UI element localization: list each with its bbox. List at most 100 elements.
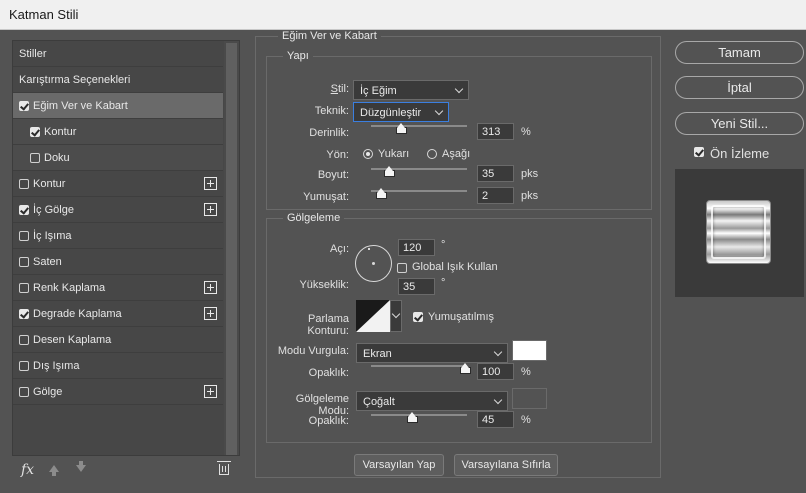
soften-slider-thumb[interactable]: [376, 188, 387, 199]
cancel-button[interactable]: İptal: [675, 76, 804, 99]
size-label: Boyut:: [317, 169, 349, 181]
style-item-checkbox[interactable]: [19, 179, 29, 189]
structure-group: Yapı Stil: İç Eğim Teknik: Düzgünleştir …: [266, 50, 652, 210]
shadow-opacity-track[interactable]: [371, 414, 467, 416]
shading-group: Gölgeleme Açı: 120 ° Global Işık Kullan …: [266, 212, 652, 443]
style-item[interactable]: İç Işıma: [13, 223, 223, 249]
shadow-opacity-thumb[interactable]: [407, 412, 418, 423]
size-input[interactable]: 35: [477, 165, 514, 182]
depth-input[interactable]: 313: [477, 123, 514, 140]
style-select-value: İç Eğim: [360, 85, 397, 97]
preview-checkbox[interactable]: [694, 147, 704, 157]
style-item-label: Kontur: [33, 178, 66, 190]
style-item[interactable]: Kontur: [13, 171, 223, 197]
soften-label: Yumuşat:: [303, 191, 349, 203]
style-item-label: Desen Kaplama: [33, 334, 112, 346]
style-item-checkbox[interactable]: [19, 283, 29, 293]
altitude-label: Yükseklik:: [299, 279, 349, 291]
shadow-mode-select[interactable]: Çoğalt: [356, 391, 508, 411]
direction-up-radio[interactable]: [363, 149, 373, 159]
style-item[interactable]: Eğim Ver ve Kabart: [13, 93, 223, 119]
trash-icon[interactable]: [217, 461, 231, 475]
style-item[interactable]: Doku: [13, 145, 223, 171]
angle-degree: °: [441, 239, 446, 251]
ok-button[interactable]: Tamam: [675, 41, 804, 64]
depth-slider-track[interactable]: [371, 125, 467, 127]
style-item[interactable]: Saten: [13, 249, 223, 275]
highlight-opacity-thumb[interactable]: [460, 363, 471, 374]
fx-icon[interactable]: fx: [21, 462, 34, 478]
style-item[interactable]: Kontur: [13, 119, 223, 145]
add-effect-icon[interactable]: [204, 281, 217, 294]
style-select[interactable]: İç Eğim: [353, 80, 469, 100]
style-item-checkbox[interactable]: [19, 361, 29, 371]
arrow-down-icon[interactable]: [76, 461, 86, 472]
style-item[interactable]: Gölge: [13, 379, 223, 405]
style-item-checkbox[interactable]: [19, 335, 29, 345]
style-item-label: Stiller: [19, 48, 47, 60]
depth-unit: %: [521, 126, 531, 138]
preview-label[interactable]: Ön İzleme: [710, 146, 769, 161]
direction-up-label[interactable]: Yukarı: [378, 148, 409, 160]
global-light-label[interactable]: Global Işık Kullan: [412, 261, 498, 273]
chevron-down-icon: [391, 309, 401, 319]
altitude-input[interactable]: 35: [398, 278, 435, 295]
reset-default-button[interactable]: Varsayılana Sıfırla: [454, 454, 558, 476]
angle-dial-center: [372, 262, 375, 265]
gloss-contour-dropdown[interactable]: [390, 300, 402, 332]
style-item[interactable]: Stiller: [13, 41, 223, 67]
add-effect-icon[interactable]: [204, 177, 217, 190]
size-slider-thumb[interactable]: [384, 166, 395, 177]
new-style-button[interactable]: Yeni Stil...: [675, 112, 804, 135]
direction-down-label[interactable]: Aşağı: [442, 148, 470, 160]
style-item[interactable]: Karıştırma Seçenekleri: [13, 67, 223, 93]
style-item-checkbox[interactable]: [19, 205, 29, 215]
style-item-label: Gölge: [33, 386, 63, 398]
style-item[interactable]: Desen Kaplama: [13, 327, 223, 353]
global-light-checkbox[interactable]: [397, 263, 407, 273]
style-item[interactable]: İç Gölge: [13, 197, 223, 223]
contour-curve: [356, 300, 390, 332]
angle-dial[interactable]: [355, 245, 392, 282]
arrow-up-icon[interactable]: [49, 465, 59, 476]
anti-aliased-label[interactable]: Yumuşatılmış: [428, 311, 494, 323]
soften-input[interactable]: 2: [477, 187, 514, 204]
shadow-mode-value: Çoğalt: [363, 396, 395, 408]
direction-down-radio[interactable]: [427, 149, 437, 159]
chevron-down-icon: [454, 84, 464, 94]
add-effect-icon[interactable]: [204, 307, 217, 320]
technique-select[interactable]: Düzgünleştir: [353, 102, 449, 122]
shadow-color-swatch[interactable]: [512, 388, 547, 409]
shadow-mode-label: Gölgeleme Modu:: [295, 393, 349, 417]
style-item-label: İç Işıma: [33, 230, 72, 242]
style-item-checkbox[interactable]: [30, 153, 40, 163]
style-item-label: Karıştırma Seçenekleri: [19, 74, 131, 86]
style-item-checkbox[interactable]: [19, 231, 29, 241]
style-item[interactable]: Dış Işıma: [13, 353, 223, 379]
add-effect-icon[interactable]: [204, 203, 217, 216]
style-item[interactable]: Degrade Kaplama: [13, 301, 223, 327]
styles-scrollbar-thumb[interactable]: [226, 43, 237, 455]
style-item-checkbox[interactable]: [19, 257, 29, 267]
style-item-checkbox[interactable]: [19, 309, 29, 319]
shadow-opacity-input[interactable]: 45: [477, 411, 514, 428]
depth-slider-thumb[interactable]: [396, 123, 407, 134]
anti-aliased-checkbox[interactable]: [413, 312, 423, 322]
highlight-color-swatch[interactable]: [512, 340, 547, 361]
technique-select-value: Düzgünleştir: [360, 107, 422, 119]
style-item[interactable]: Renk Kaplama: [13, 275, 223, 301]
style-item-checkbox[interactable]: [19, 101, 29, 111]
style-item-label: İç Gölge: [33, 204, 74, 216]
style-item-checkbox[interactable]: [30, 127, 40, 137]
direction-label: Yön:: [326, 149, 349, 161]
style-item-label: Saten: [33, 256, 62, 268]
make-default-button[interactable]: Varsayılan Yap: [354, 454, 444, 476]
angle-input[interactable]: 120: [398, 239, 435, 256]
add-effect-icon[interactable]: [204, 385, 217, 398]
highlight-opacity-track[interactable]: [371, 365, 467, 367]
highlight-mode-select[interactable]: Ekran: [356, 343, 508, 363]
gloss-contour-preview[interactable]: [356, 300, 390, 332]
highlight-opacity-input[interactable]: 100: [477, 363, 514, 380]
style-item-checkbox[interactable]: [19, 387, 29, 397]
style-item-label: Doku: [44, 152, 70, 164]
